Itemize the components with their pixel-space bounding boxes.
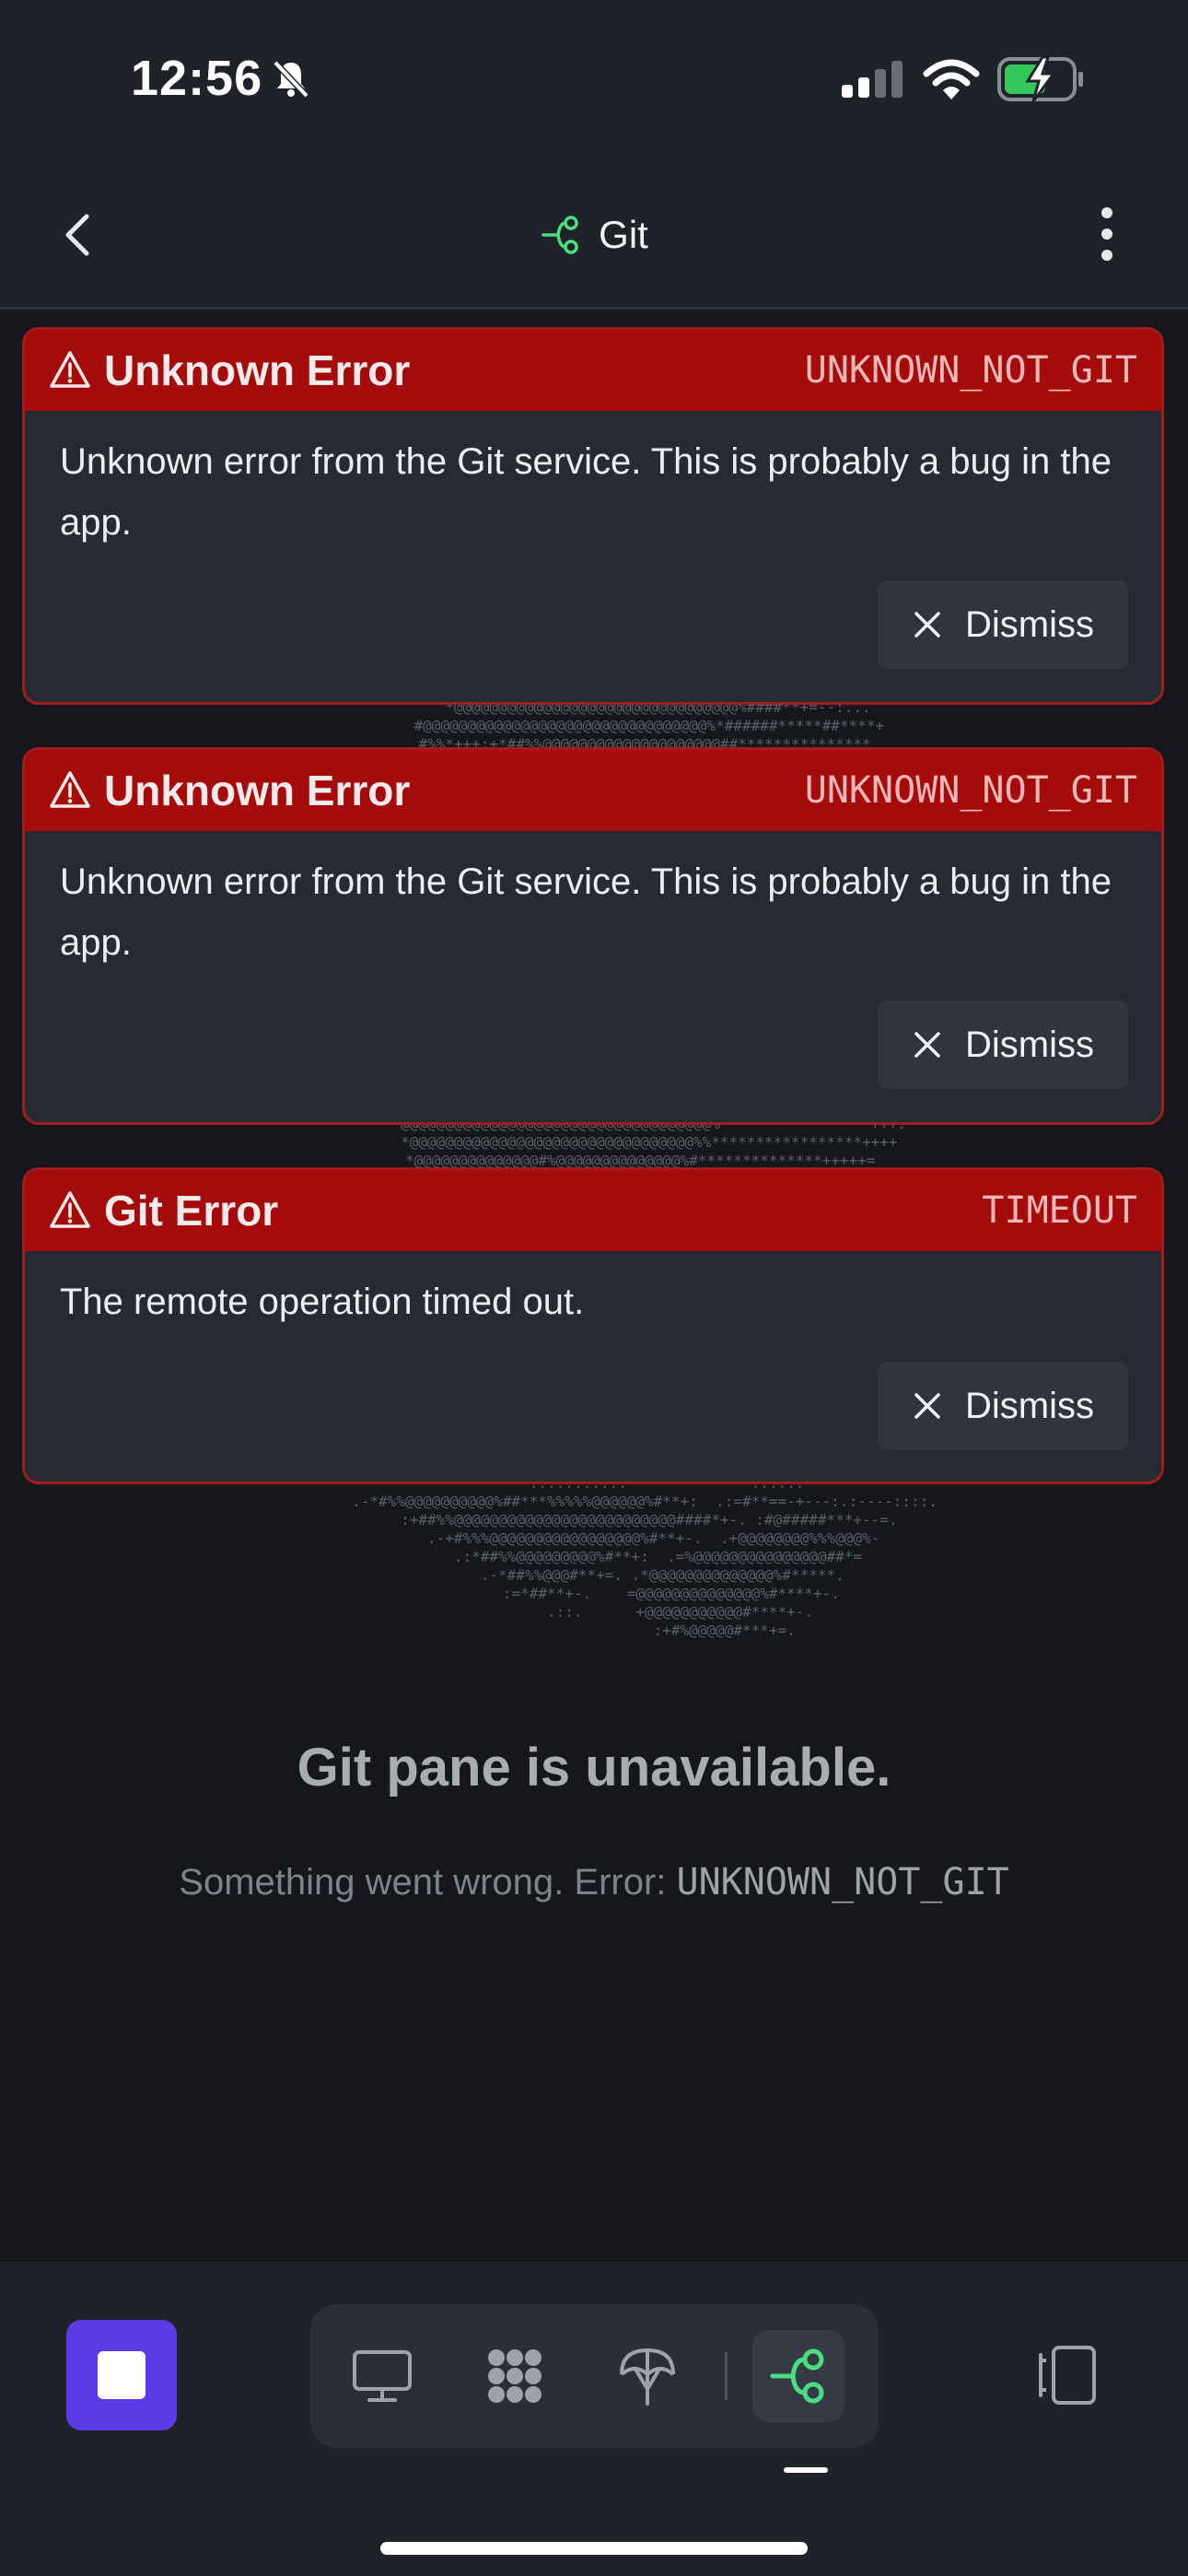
dismiss-label: Dismiss: [965, 1385, 1094, 1426]
antenna-icon: [620, 2348, 675, 2406]
error-card-header: Unknown Error UNKNOWN_NOT_GIT: [25, 750, 1161, 831]
close-icon: [914, 612, 940, 638]
tab-separator: [725, 2352, 728, 2400]
tab-terminal[interactable]: [336, 2330, 428, 2422]
status-bar: 12:56: [0, 0, 1188, 161]
signal-icon: [842, 61, 903, 98]
monitor-icon: [353, 2350, 412, 2402]
error-title: Unknown Error: [104, 346, 411, 394]
error-code: UNKNOWN_NOT_GIT: [804, 769, 1137, 812]
tab-apps[interactable]: [469, 2330, 561, 2422]
bell-muted-icon: [273, 60, 309, 99]
error-message: The remote operation timed out.: [60, 1282, 585, 1322]
git-branch-icon: [770, 2348, 824, 2404]
battery-charging-icon: [997, 55, 1083, 102]
error-message: Unknown error from the Git service. This…: [60, 441, 1112, 543]
dismiss-button[interactable]: Dismiss: [878, 1001, 1128, 1089]
tab-group: [310, 2304, 879, 2448]
close-icon: [914, 1393, 940, 1419]
unavailable-subtitle-text: Something went wrong. Error:: [179, 1862, 677, 1903]
page-title: Git: [0, 207, 1188, 263]
warning-icon: [50, 1191, 90, 1228]
status-time: 12:56: [131, 51, 263, 106]
error-code: UNKNOWN_NOT_GIT: [804, 349, 1137, 392]
error-card: Git Error TIMEOUT The remote operation t…: [22, 1167, 1164, 1484]
error-card: Unknown Error UNKNOWN_NOT_GIT Unknown er…: [22, 327, 1164, 705]
more-vertical-icon[interactable]: [1087, 204, 1127, 264]
home-indicator: [380, 2542, 808, 2555]
git-branch-icon: [542, 216, 578, 254]
grid-dots-icon: [488, 2349, 542, 2403]
unavailable-error-code: UNKNOWN_NOT_GIT: [676, 1861, 1009, 1903]
tab-git[interactable]: [752, 2330, 844, 2422]
panel-toggle-icon[interactable]: [1030, 2338, 1103, 2412]
error-card-header: Git Error TIMEOUT: [25, 1170, 1161, 1251]
unavailable-subtitle: Something went wrong. Error: UNKNOWN_NOT…: [0, 1861, 1188, 1903]
ascii-art-fragment: *@@@@@@@@@@@@@@@@@@@@@@@@@@@@@@@@%####**…: [413, 698, 885, 753]
error-card-header: Unknown Error UNKNOWN_NOT_GIT: [25, 330, 1161, 411]
error-title: Git Error: [104, 1187, 279, 1235]
error-code: TIMEOUT: [982, 1189, 1137, 1232]
error-card: Unknown Error UNKNOWN_NOT_GIT Unknown er…: [22, 747, 1164, 1125]
unavailable-title: Git pane is unavailable.: [297, 1738, 891, 1797]
dismiss-button[interactable]: Dismiss: [878, 1362, 1128, 1450]
stop-button[interactable]: [66, 2320, 177, 2430]
wifi-icon: [923, 59, 980, 100]
warning-icon: [50, 351, 90, 388]
dismiss-label: Dismiss: [965, 603, 1094, 645]
tab-network[interactable]: [601, 2330, 693, 2422]
close-icon: [914, 1032, 940, 1058]
active-tab-indicator: [784, 2467, 828, 2473]
stop-icon: [98, 2351, 146, 2399]
warning-icon: [50, 771, 90, 808]
ascii-art-fragment: ........... ...... .-*#%%@@@@@@@@@@%##**…: [352, 1474, 938, 1639]
bottom-bar: [0, 2262, 1188, 2576]
app-header: Git: [0, 161, 1188, 310]
error-message: Unknown error from the Git service. This…: [60, 861, 1112, 963]
error-title: Unknown Error: [104, 767, 411, 814]
dismiss-button[interactable]: Dismiss: [878, 580, 1128, 669]
page-title-text: Git: [599, 213, 648, 256]
dismiss-label: Dismiss: [965, 1024, 1094, 1065]
